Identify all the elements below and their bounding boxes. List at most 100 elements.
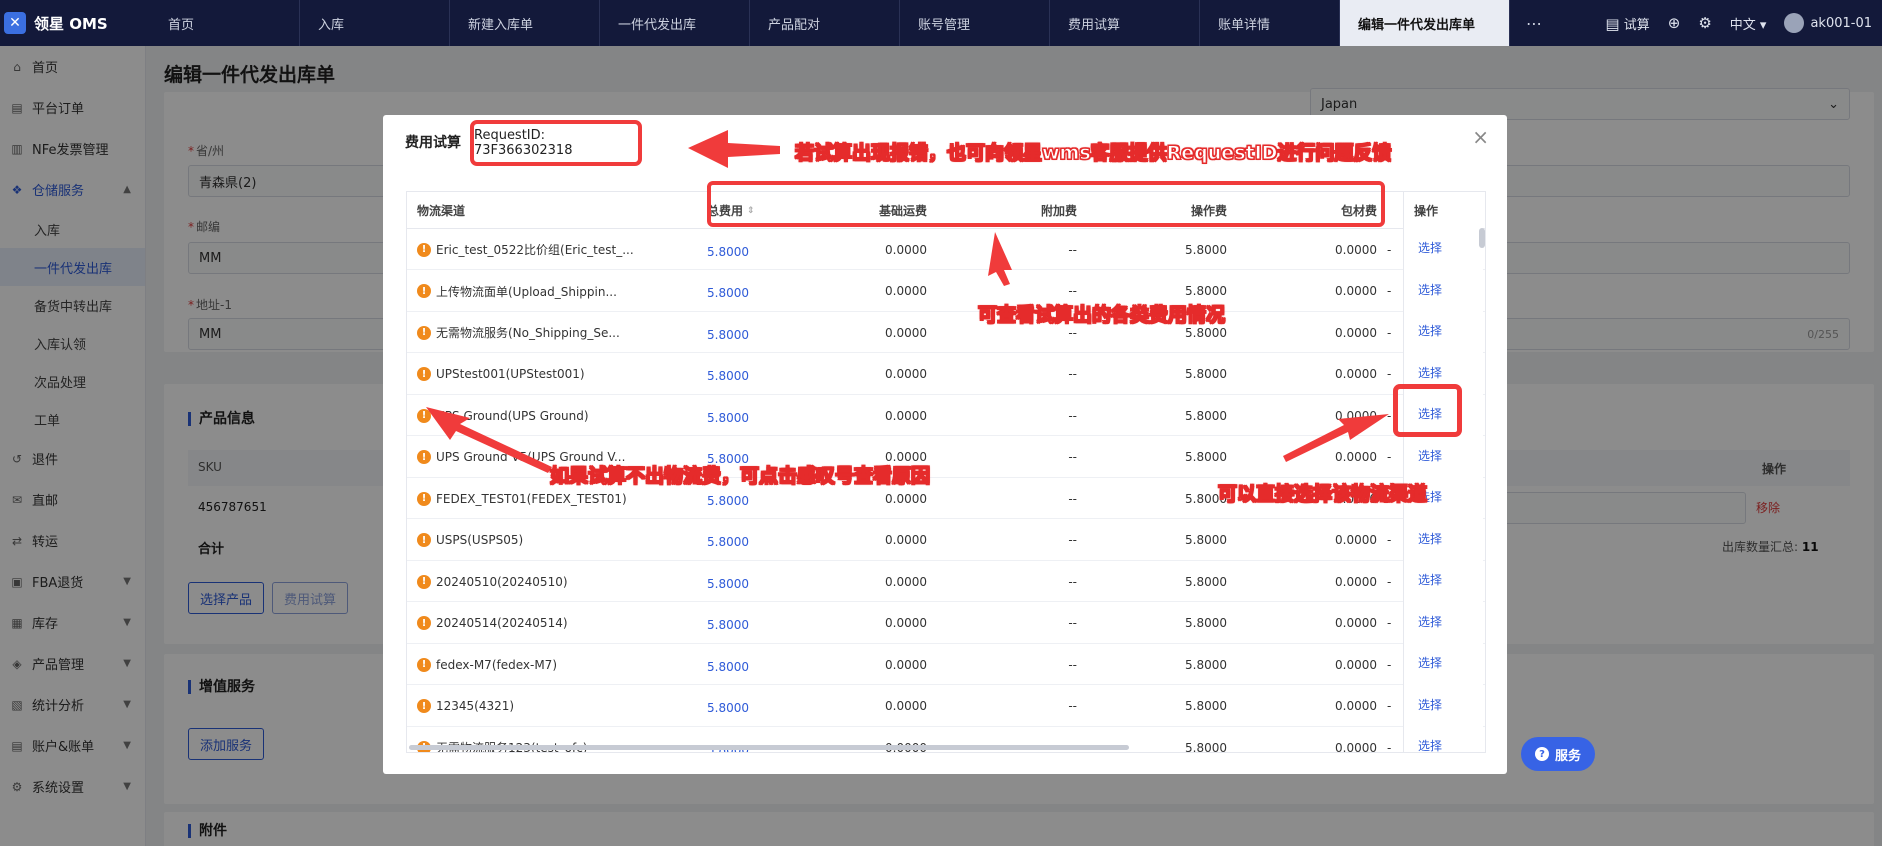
fee-columns-highlight — [707, 181, 1385, 227]
cell-total[interactable]: 5.8000 — [707, 273, 763, 314]
table-row: ! UPS Ground(UPS Ground) 5.8000 0.0000 -- 5.8… — [407, 395, 1485, 436]
trial-calc-link[interactable]: ▤ 试算 — [1605, 14, 1649, 33]
more-tabs-icon[interactable]: ⋯ — [1510, 0, 1558, 46]
select-link[interactable]: 选择 — [1418, 725, 1442, 752]
cell-extra: -- — [1068, 616, 1077, 630]
warning-icon[interactable]: ! — [417, 325, 431, 340]
warning-icon[interactable]: ! — [417, 491, 431, 506]
tab-inbound[interactable]: 入库 — [300, 0, 450, 46]
service-button[interactable]: ? 服务 — [1521, 737, 1595, 771]
warning-icon[interactable]: ! — [417, 284, 431, 298]
cell-total[interactable]: 5.8000 — [707, 314, 763, 355]
warning-icon[interactable]: ! — [417, 408, 431, 423]
tab-product-pairing[interactable]: 产品配对 — [750, 0, 900, 46]
cell-tail: - — [1387, 325, 1392, 340]
warning-icon[interactable]: ! — [417, 533, 431, 547]
annotation-warn: 如果试算不出物流费，可点击感叹号查看原因 — [549, 465, 931, 488]
tab-account-mgmt[interactable]: 账号管理 — [900, 0, 1050, 46]
cell-handling: 5.8000 — [1185, 699, 1227, 713]
download-icon[interactable]: ⊕ — [1668, 14, 1681, 32]
select-link[interactable]: 选择 — [1418, 310, 1442, 351]
cell-tail: - — [1387, 533, 1392, 547]
warning-icon[interactable]: ! — [417, 616, 431, 630]
tab-new-inbound[interactable]: 新建入库单 — [450, 0, 600, 46]
col-op: 操作 — [1414, 204, 1439, 218]
table-row: ! 20240514(20240514) 5.8000 0.0000 -- 5.8000 0… — [407, 603, 1485, 644]
tab-dropship-outbound[interactable]: 一件代发出库 — [600, 0, 750, 46]
tab-home[interactable]: 首页 — [150, 0, 300, 46]
tab-edit-outbound[interactable]: 编辑一件代发出库单 — [1340, 0, 1510, 46]
select-link[interactable]: 选择 — [1418, 269, 1442, 310]
cell-base: 0.0000 — [885, 616, 927, 630]
cell-tail: - — [1387, 242, 1392, 257]
cell-tail: - — [1387, 450, 1392, 464]
settings-icon[interactable]: ⚙ — [1698, 14, 1711, 32]
brand[interactable]: ✕ 领星 OMS — [0, 0, 150, 46]
warning-icon[interactable]: ! — [417, 450, 431, 464]
cell-channel: ! 12345(4321) — [417, 686, 514, 727]
user-menu[interactable]: ak001-01 — [1784, 13, 1872, 33]
cell-total[interactable]: 5.8000 — [707, 397, 763, 438]
top-right-tools: ▤ 试算 ⊕ ⚙ 中文 ▾ ak001-01 — [1605, 0, 1882, 46]
tab-strip: 首页 入库 新建入库单 一件代发出库 产品配对 账号管理 费用试算 账单详情 编… — [150, 0, 1605, 46]
warning-icon[interactable]: ! — [417, 699, 431, 713]
cell-tail: - — [1387, 657, 1392, 672]
horizontal-scrollbar[interactable] — [409, 745, 1129, 750]
cell-channel: ! 无需物流服务(No_Shipping_Se... — [417, 312, 620, 353]
cell-channel: ! 20240510(20240510) — [417, 561, 568, 602]
select-link[interactable]: 选择 — [1418, 559, 1442, 600]
close-icon[interactable]: × — [1472, 125, 1489, 149]
warning-icon[interactable]: ! — [417, 657, 431, 672]
cell-packing: 0.0000 — [1335, 657, 1377, 672]
cell-base: 0.0000 — [885, 574, 927, 589]
vertical-scrollbar[interactable] — [1479, 228, 1485, 248]
select-link[interactable]: 选择 — [1418, 601, 1442, 642]
channel-name: fedex-M7(fedex-M7) — [436, 657, 557, 672]
cell-total[interactable]: 5.8000 — [707, 605, 763, 646]
cell-packing: 0.0000 — [1335, 325, 1377, 340]
cell-total[interactable]: 5.8000 — [707, 356, 763, 397]
col-channel: 物流渠道 — [417, 204, 466, 218]
cell-packing: 0.0000 — [1335, 533, 1377, 547]
channel-name: 上传物流面单(Upload_Shippin... — [436, 284, 617, 299]
tab-bill-detail[interactable]: 账单详情 — [1200, 0, 1340, 46]
language-switch[interactable]: 中文 ▾ — [1730, 14, 1767, 33]
cell-handling: 5.8000 — [1185, 450, 1227, 464]
select-link[interactable]: 选择 — [1418, 435, 1442, 476]
select-link[interactable]: 选择 — [1418, 227, 1442, 268]
avatar — [1784, 13, 1805, 33]
cell-base: 0.0000 — [885, 284, 927, 298]
cell-extra: -- — [1068, 367, 1077, 381]
cell-extra: -- — [1068, 491, 1077, 506]
warning-icon[interactable]: ! — [417, 574, 431, 589]
calculator-icon: ▤ — [1605, 14, 1620, 33]
cell-total[interactable]: 5.8000 — [707, 688, 763, 729]
help-icon: ? — [1534, 747, 1549, 761]
cell-total[interactable]: 5.8000 — [707, 522, 763, 563]
cell-tail: - — [1387, 574, 1392, 589]
table-row: ! USPS(USPS05) 5.8000 0.0000 -- 5.8000 0.0000- — [407, 520, 1485, 561]
tab-fee-trial[interactable]: 费用试算 — [1050, 0, 1200, 46]
cell-extra: -- — [1068, 450, 1077, 464]
cell-total[interactable]: 5.8000 — [707, 231, 763, 272]
select-link[interactable]: 选择 — [1418, 642, 1442, 683]
select-link[interactable]: 选择 — [1418, 684, 1442, 725]
top-nav: ✕ 领星 OMS 首页 入库 新建入库单 一件代发出库 产品配对 账号管理 费用… — [0, 0, 1882, 46]
cell-channel: ! UPStest001(UPStest001) — [417, 354, 585, 395]
cell-extra: -- — [1068, 657, 1077, 672]
cell-total[interactable]: 5.8000 — [707, 646, 763, 687]
table-row: ! 无需物流服务(No_Shipping_Se... 5.8000 0.0000 -- 5… — [407, 312, 1485, 353]
channel-name: Eric_test_0522比价组(Eric_test_... — [436, 243, 634, 257]
table-row: ! 12345(4321) 5.8000 0.0000 -- 5.8000 0.0000- — [407, 686, 1485, 727]
cell-handling: 5.8000 — [1185, 408, 1227, 423]
cell-total[interactable]: 5.8000 — [707, 563, 763, 604]
table-row: ! UPStest001(UPStest001) 5.8000 0.0000 -- 5.8… — [407, 354, 1485, 395]
select-link[interactable]: 选择 — [1418, 518, 1442, 559]
channel-name: 20240510(20240510) — [436, 574, 568, 589]
warning-icon[interactable]: ! — [417, 242, 431, 257]
warning-icon[interactable]: ! — [417, 367, 431, 381]
cell-channel: ! fedex-M7(fedex-M7) — [417, 644, 557, 685]
cell-channel: ! 上传物流面单(Upload_Shippin... — [417, 271, 617, 312]
cell-base: 0.0000 — [885, 367, 927, 381]
annotation-fees: 可查看试算出的各类费用情况 — [977, 304, 1226, 327]
